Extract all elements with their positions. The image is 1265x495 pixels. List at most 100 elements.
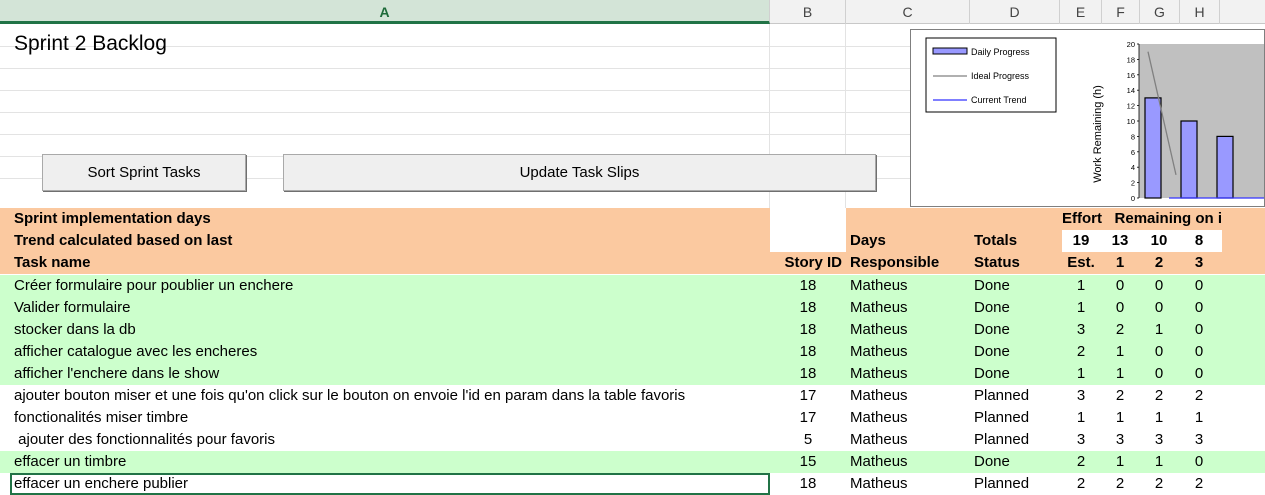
total-day-1[interactable]: 13 bbox=[1102, 230, 1138, 252]
responsible[interactable]: Matheus bbox=[850, 319, 968, 341]
remaining-day-3[interactable]: 2 bbox=[1180, 473, 1218, 495]
remaining-day-2[interactable]: 0 bbox=[1140, 297, 1178, 319]
table-row[interactable]: fonctionalités miser timbre 17 Matheus P… bbox=[0, 407, 1265, 429]
remaining-day-3[interactable]: 3 bbox=[1180, 429, 1218, 451]
remaining-day-1[interactable]: 1 bbox=[1102, 341, 1138, 363]
table-row[interactable]: ajouter bouton miser et une fois qu'on c… bbox=[0, 385, 1265, 407]
column-header-b[interactable]: B bbox=[770, 0, 846, 24]
column-header-e[interactable]: E bbox=[1060, 0, 1102, 24]
responsible[interactable]: Matheus bbox=[850, 473, 968, 495]
responsible[interactable]: Matheus bbox=[850, 275, 968, 297]
story-id[interactable]: 18 bbox=[770, 341, 846, 363]
remaining-day-1[interactable]: 2 bbox=[1102, 319, 1138, 341]
story-id[interactable]: 17 bbox=[770, 385, 846, 407]
task-name[interactable]: afficher l'enchere dans le show bbox=[14, 363, 769, 385]
responsible[interactable]: Matheus bbox=[850, 407, 968, 429]
estimate[interactable]: 1 bbox=[1062, 297, 1100, 319]
total-day-2[interactable]: 10 bbox=[1140, 230, 1178, 252]
remaining-day-3[interactable]: 2 bbox=[1180, 385, 1218, 407]
column-header-a[interactable]: A bbox=[0, 0, 770, 24]
remaining-day-1[interactable]: 1 bbox=[1102, 451, 1138, 473]
status[interactable]: Done bbox=[974, 451, 1060, 473]
remaining-day-3[interactable]: 0 bbox=[1180, 275, 1218, 297]
estimate[interactable]: 2 bbox=[1062, 341, 1100, 363]
remaining-day-2[interactable]: 0 bbox=[1140, 341, 1178, 363]
remaining-day-2[interactable]: 0 bbox=[1140, 275, 1178, 297]
column-header-h[interactable]: H bbox=[1180, 0, 1220, 24]
remaining-day-1[interactable]: 0 bbox=[1102, 297, 1138, 319]
story-id[interactable]: 18 bbox=[770, 363, 846, 385]
column-header-d[interactable]: D bbox=[970, 0, 1060, 24]
remaining-day-1[interactable]: 3 bbox=[1102, 429, 1138, 451]
blank-cell[interactable] bbox=[770, 208, 846, 230]
remaining-day-3[interactable]: 0 bbox=[1180, 319, 1218, 341]
remaining-day-1[interactable]: 2 bbox=[1102, 473, 1138, 495]
remaining-day-2[interactable]: 1 bbox=[1140, 451, 1178, 473]
estimate[interactable]: 3 bbox=[1062, 385, 1100, 407]
task-name[interactable]: ajouter bouton miser et une fois qu'on c… bbox=[14, 385, 769, 407]
table-row[interactable]: Valider formulaire 18 Matheus Done 1 0 0… bbox=[0, 297, 1265, 319]
status[interactable]: Planned bbox=[974, 407, 1060, 429]
task-name[interactable]: fonctionalités miser timbre bbox=[14, 407, 769, 429]
column-header-f[interactable]: F bbox=[1102, 0, 1140, 24]
estimate[interactable]: 2 bbox=[1062, 451, 1100, 473]
responsible[interactable]: Matheus bbox=[850, 385, 968, 407]
remaining-day-2[interactable]: 1 bbox=[1140, 407, 1178, 429]
task-name[interactable]: ajouter des fonctionnalités pour favoris bbox=[14, 429, 769, 451]
status[interactable]: Planned bbox=[974, 473, 1060, 495]
table-row[interactable]: afficher l'enchere dans le show 18 Mathe… bbox=[0, 363, 1265, 385]
blank-cell[interactable] bbox=[770, 230, 846, 252]
estimate[interactable]: 1 bbox=[1062, 363, 1100, 385]
story-id[interactable]: 18 bbox=[770, 473, 846, 495]
story-id[interactable]: 18 bbox=[770, 275, 846, 297]
story-id[interactable]: 17 bbox=[770, 407, 846, 429]
status[interactable]: Planned bbox=[974, 429, 1060, 451]
spreadsheet-grid[interactable]: Sprint 2 Backlog Sort Sprint Tasks Updat… bbox=[0, 24, 1265, 495]
remaining-day-1[interactable]: 1 bbox=[1102, 363, 1138, 385]
table-row[interactable]: stocker dans la db 18 Matheus Done 3 2 1… bbox=[0, 319, 1265, 341]
estimate[interactable]: 1 bbox=[1062, 407, 1100, 429]
remaining-day-1[interactable]: 2 bbox=[1102, 385, 1138, 407]
table-row[interactable]: afficher catalogue avec les encheres 18 … bbox=[0, 341, 1265, 363]
task-name[interactable]: Valider formulaire bbox=[14, 297, 769, 319]
remaining-day-3[interactable]: 0 bbox=[1180, 451, 1218, 473]
task-name[interactable]: Créer formulaire pour poublier un encher… bbox=[14, 275, 769, 297]
remaining-day-2[interactable]: 3 bbox=[1140, 429, 1178, 451]
burndown-chart[interactable]: Daily Progress Ideal Progress Current Tr… bbox=[910, 29, 1265, 207]
estimate[interactable]: 3 bbox=[1062, 429, 1100, 451]
remaining-day-3[interactable]: 0 bbox=[1180, 297, 1218, 319]
status[interactable]: Done bbox=[974, 341, 1060, 363]
remaining-day-2[interactable]: 2 bbox=[1140, 385, 1178, 407]
story-id[interactable]: 18 bbox=[770, 297, 846, 319]
table-row[interactable]: Créer formulaire pour poublier un encher… bbox=[0, 275, 1265, 297]
column-header-c[interactable]: C bbox=[846, 0, 970, 24]
total-est[interactable]: 19 bbox=[1062, 230, 1100, 252]
task-name[interactable]: afficher catalogue avec les encheres bbox=[14, 341, 769, 363]
remaining-day-1[interactable]: 0 bbox=[1102, 275, 1138, 297]
responsible[interactable]: Matheus bbox=[850, 363, 968, 385]
responsible[interactable]: Matheus bbox=[850, 341, 968, 363]
task-name[interactable]: effacer un timbre bbox=[14, 451, 769, 473]
remaining-day-2[interactable]: 1 bbox=[1140, 319, 1178, 341]
remaining-day-2[interactable]: 0 bbox=[1140, 363, 1178, 385]
column-header-g[interactable]: G bbox=[1140, 0, 1180, 24]
story-id[interactable]: 5 bbox=[770, 429, 846, 451]
estimate[interactable]: 2 bbox=[1062, 473, 1100, 495]
remaining-day-1[interactable]: 1 bbox=[1102, 407, 1138, 429]
status[interactable]: Done bbox=[974, 363, 1060, 385]
estimate[interactable]: 1 bbox=[1062, 275, 1100, 297]
table-row[interactable]: effacer un timbre 15 Matheus Done 2 1 1 … bbox=[0, 451, 1265, 473]
remaining-day-3[interactable]: 0 bbox=[1180, 363, 1218, 385]
remaining-day-2[interactable]: 2 bbox=[1140, 473, 1178, 495]
status[interactable]: Done bbox=[974, 297, 1060, 319]
story-id[interactable]: 18 bbox=[770, 319, 846, 341]
responsible[interactable]: Matheus bbox=[850, 429, 968, 451]
responsible[interactable]: Matheus bbox=[850, 451, 968, 473]
total-day-3[interactable]: 8 bbox=[1180, 230, 1218, 252]
remaining-day-3[interactable]: 1 bbox=[1180, 407, 1218, 429]
story-id[interactable]: 15 bbox=[770, 451, 846, 473]
update-task-slips-button[interactable]: Update Task Slips bbox=[283, 154, 876, 191]
table-row[interactable]: ajouter des fonctionnalités pour favoris… bbox=[0, 429, 1265, 451]
status[interactable]: Planned bbox=[974, 385, 1060, 407]
responsible[interactable]: Matheus bbox=[850, 297, 968, 319]
